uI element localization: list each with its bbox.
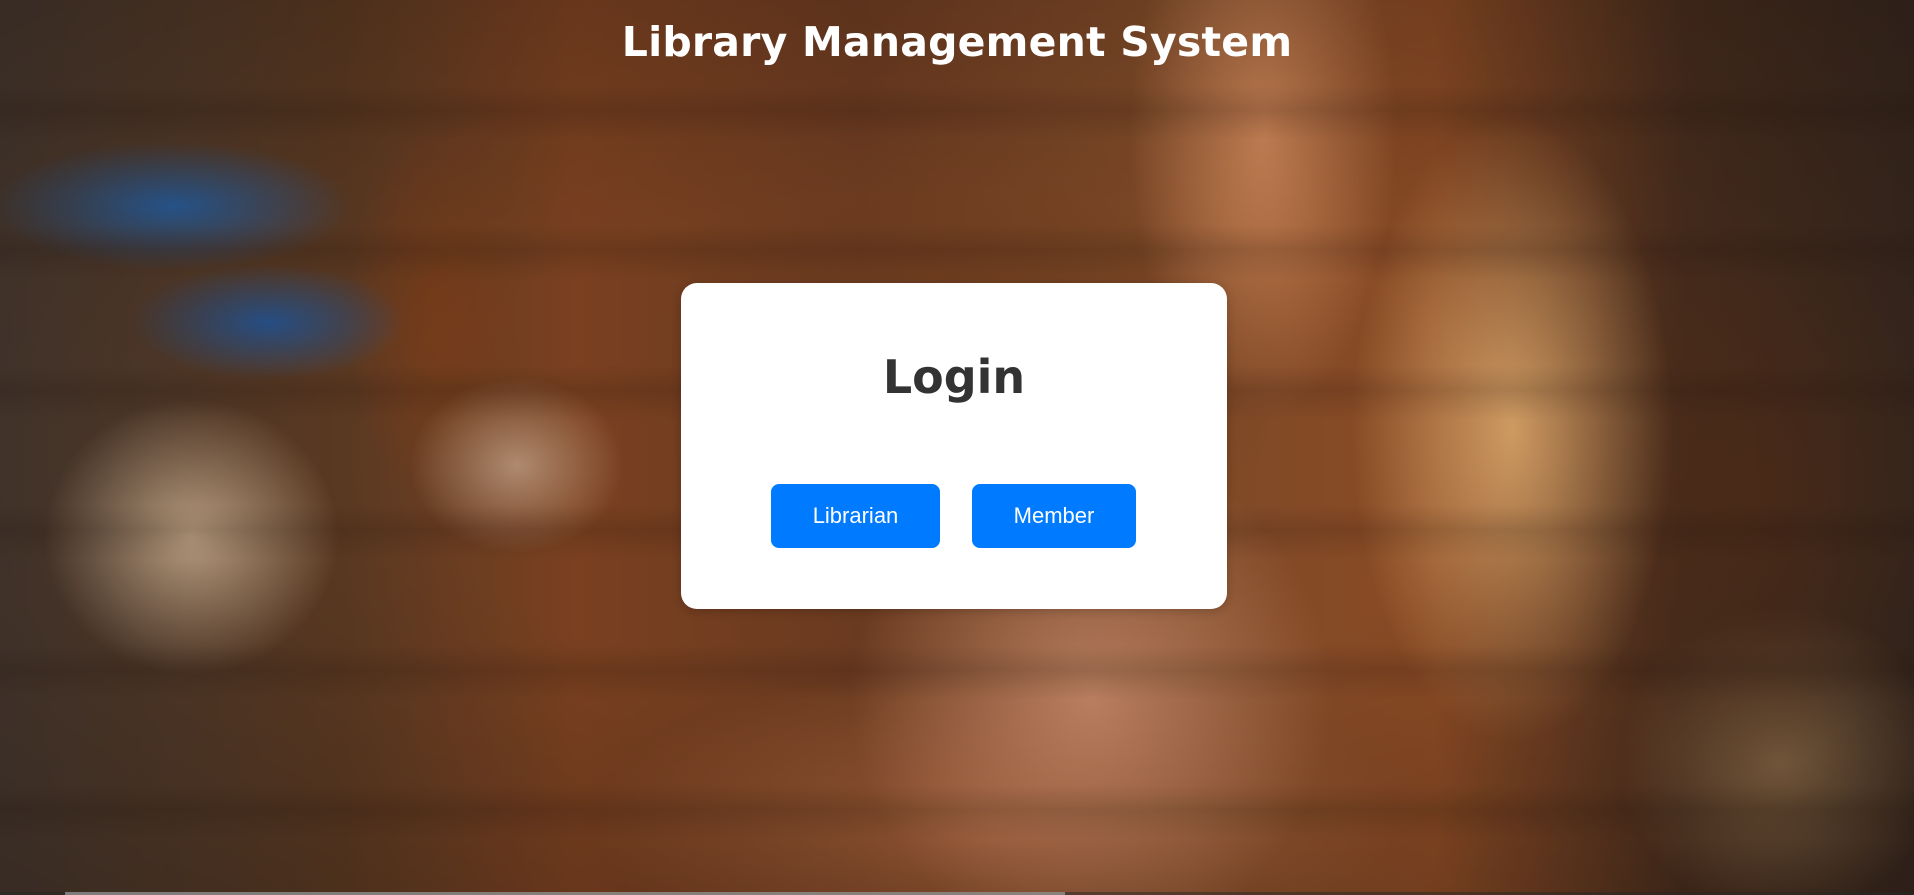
- member-login-button[interactable]: Member: [972, 484, 1136, 548]
- login-heading: Login: [882, 350, 1026, 404]
- librarian-login-button[interactable]: Librarian: [771, 484, 940, 548]
- login-card: Login Librarian Member: [681, 283, 1227, 609]
- page-title: Library Management System: [621, 18, 1293, 66]
